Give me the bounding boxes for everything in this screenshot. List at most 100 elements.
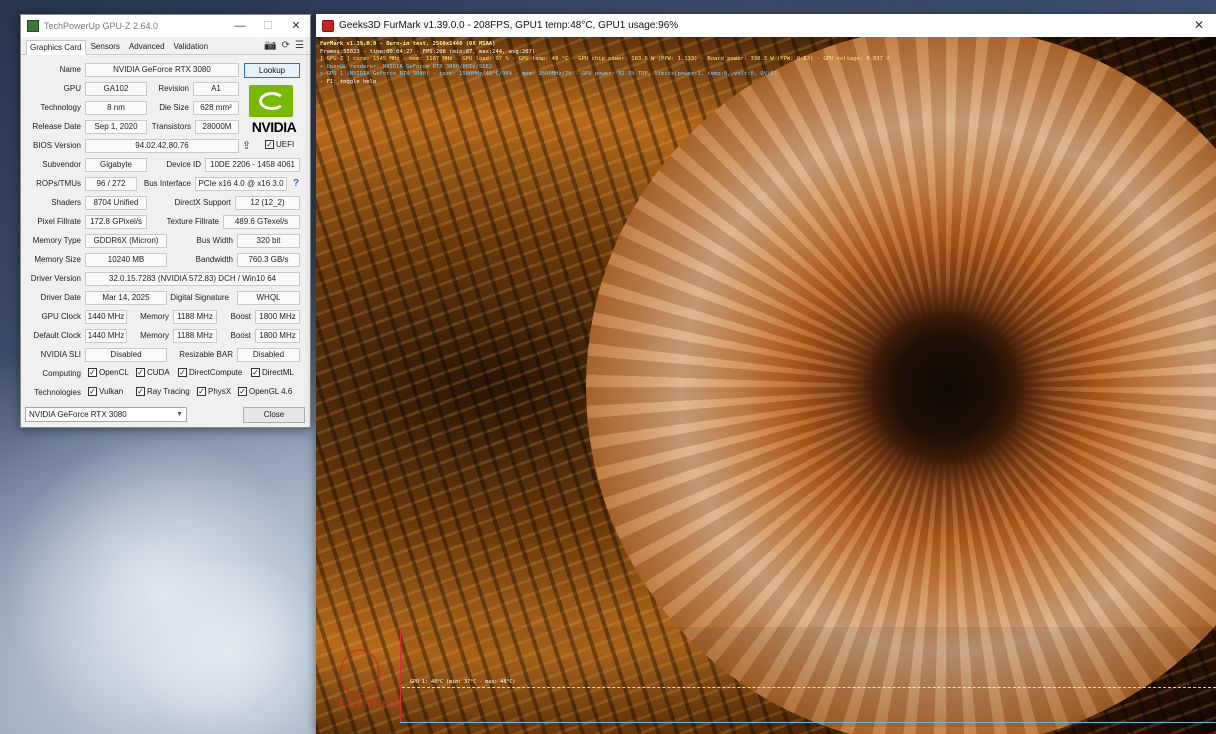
- gpu-select-dropdown[interactable]: NVIDIA GeForce RTX 3080 ▼: [25, 407, 187, 422]
- close-app-button[interactable]: Close: [243, 407, 305, 423]
- technology-label: Technology: [40, 103, 81, 112]
- default-clock-memory-label: Memory: [140, 331, 169, 340]
- memory-type-label: Memory Type: [32, 236, 81, 245]
- overlay-line: Frames:55023 - time:00:04:27 - FPS:208 (…: [320, 48, 536, 55]
- minimize-button[interactable]: —: [226, 15, 254, 37]
- furmark-stats-overlay: FurMark v1.39.0.0 - Burn-in test, 2560x1…: [320, 41, 890, 86]
- technologies-label: Technologies: [34, 388, 81, 397]
- furmark-logo: FurMark: [338, 649, 402, 719]
- default-clock-label: Default Clock: [33, 331, 81, 340]
- furmark-render-viewport: FurMark v1.39.0.0 - Burn-in test, 2560x1…: [316, 37, 1216, 734]
- ray-tracing-checkbox[interactable]: ✓ Ray Tracing: [136, 387, 190, 396]
- gpu-label: GPU: [63, 84, 81, 93]
- help-icon[interactable]: ?: [293, 178, 299, 189]
- tab-validation[interactable]: Validation: [170, 39, 213, 54]
- pixel-fillrate-label: Pixel Fillrate: [37, 217, 81, 226]
- revision-label: Revision: [158, 84, 189, 93]
- transistors-label: Transistors: [151, 122, 191, 131]
- vulkan-checkbox-box[interactable]: ✓: [88, 387, 97, 396]
- release-date-label: Release Date: [32, 122, 81, 131]
- nvidia-wordmark: NVIDIA: [251, 119, 297, 135]
- tab-sensors[interactable]: Sensors: [87, 39, 124, 54]
- overlay-line: > GPU 1 (NVIDIA GeForce RTX 3080) - core…: [320, 71, 777, 77]
- computing-label: Computing: [42, 369, 81, 378]
- row-bios-version: BIOS Version 94.02.42.80.76 ⇪ ✓ UEFI: [25, 137, 308, 156]
- gpuz-app-icon: [27, 20, 39, 32]
- device-id-label: Device ID: [166, 160, 201, 169]
- directx-support-value: 12 (12_2): [235, 196, 300, 210]
- maximize-button[interactable]: ☐: [254, 15, 282, 37]
- gpu-clock-boost-value: 1800 MHz: [255, 310, 300, 324]
- memory-size-label: Memory Size: [34, 255, 81, 264]
- bus-width-label: Bus Width: [196, 236, 233, 245]
- nvidia-eye-icon: [249, 85, 293, 117]
- rops-tmus-value: 96 / 272: [85, 177, 137, 191]
- default-clock-boost-value: 1800 MHz: [255, 329, 300, 343]
- resizable-bar-label: Resizable BAR: [179, 350, 233, 359]
- row-fillrate: Pixel Fillrate 172.8 GPixel/s Texture Fi…: [25, 213, 308, 232]
- digital-signature-label: Digital Signature: [170, 293, 229, 302]
- default-clock-value: 1440 MHz: [85, 329, 127, 343]
- directml-label: DirectML: [262, 368, 295, 377]
- directml-checkbox-box[interactable]: ✓: [251, 368, 260, 377]
- name-label: Name: [59, 65, 81, 74]
- furmark-window-title: Geeks3D FurMark v1.39.0.0 - 208FPS, GPU1…: [339, 20, 679, 31]
- menu-icon[interactable]: ☰: [295, 40, 304, 52]
- row-computing: Computing ✓ OpenCL ✓ CUDA ✓ DirectComput…: [25, 365, 308, 384]
- digital-signature-value: WHQL: [237, 291, 300, 305]
- driver-version-value: 32.0.15.7283 (NVIDIA 572.83) DCH / Win10…: [85, 272, 300, 286]
- furmark-window: Geeks3D FurMark v1.39.0.0 - 208FPS, GPU1…: [316, 14, 1216, 734]
- camera-icon[interactable]: 📷: [264, 40, 276, 52]
- subvendor-value: Gigabyte: [85, 158, 147, 172]
- opengl-checkbox-box[interactable]: ✓: [238, 387, 247, 396]
- uefi-checkbox[interactable]: ✓ UEFI: [265, 140, 294, 149]
- nvidia-logo: NVIDIA: [243, 83, 305, 135]
- opencl-checkbox-box[interactable]: ✓: [88, 368, 97, 377]
- directcompute-checkbox-box[interactable]: ✓: [178, 368, 187, 377]
- chevron-down-icon: ▼: [176, 411, 183, 418]
- driver-version-label: Driver Version: [30, 274, 81, 283]
- tab-graphics-card[interactable]: Graphics Card: [26, 40, 86, 55]
- driver-date-label: Driver Date: [40, 293, 81, 302]
- close-button[interactable]: ✕: [282, 15, 310, 37]
- share-icon[interactable]: ⇪: [242, 139, 251, 152]
- row-name: Name NVIDIA GeForce RTX 3080 Lookup: [25, 61, 308, 80]
- wallpaper-cloud: [120, 560, 340, 734]
- row-driver-date: Driver Date Mar 14, 2025 Digital Signatu…: [25, 289, 308, 308]
- ray-tracing-checkbox-box[interactable]: ✓: [136, 387, 145, 396]
- lookup-button[interactable]: Lookup: [244, 63, 300, 78]
- gpu-clock-value: 1440 MHz: [85, 310, 127, 324]
- nvidia-sli-value: Disabled: [85, 348, 167, 362]
- gpuz-tab-bar: Graphics Card Sensors Advanced Validatio…: [21, 37, 310, 55]
- furmark-title-bar[interactable]: Geeks3D FurMark v1.39.0.0 - 208FPS, GPU1…: [316, 14, 1216, 37]
- row-technologies: Technologies ✓ Vulkan ✓ Ray Tracing ✓ Ph…: [25, 384, 308, 403]
- directx-support-label: DirectX Support: [174, 198, 231, 207]
- refresh-icon[interactable]: ⟳: [282, 40, 290, 52]
- vulkan-checkbox[interactable]: ✓ Vulkan: [88, 387, 123, 396]
- release-date-value: Sep 1, 2020: [85, 120, 147, 134]
- rops-tmus-label: ROPs/TMUs: [36, 179, 81, 188]
- furmark-app-icon: [322, 19, 334, 32]
- directml-checkbox[interactable]: ✓ DirectML: [251, 368, 294, 377]
- physx-label: PhysX: [208, 387, 232, 396]
- physx-checkbox[interactable]: ✓ PhysX: [197, 387, 231, 396]
- cuda-checkbox[interactable]: ✓ CUDA: [136, 368, 170, 377]
- tab-advanced[interactable]: Advanced: [125, 39, 169, 54]
- name-value: NVIDIA GeForce RTX 3080: [85, 63, 239, 77]
- opengl-checkbox[interactable]: ✓ OpenGL 4.6: [238, 387, 292, 396]
- overlay-line: - F1: toggle help: [320, 78, 377, 85]
- furmark-close-icon[interactable]: ✕: [1194, 18, 1204, 32]
- bus-interface-value: PCIe x16 4.0 @ x16 3.0: [195, 177, 287, 191]
- driver-date-value: Mar 14, 2025: [85, 291, 167, 305]
- cuda-checkbox-box[interactable]: ✓: [136, 368, 145, 377]
- shaders-value: 8704 Unified: [85, 196, 147, 210]
- physx-checkbox-box[interactable]: ✓: [197, 387, 206, 396]
- gpuz-title-bar[interactable]: TechPowerUp GPU-Z 2.64.0 — ☐ ✕: [21, 15, 310, 37]
- device-id-value: 10DE 2206 - 1458 4061: [205, 158, 300, 172]
- uefi-checkbox-box[interactable]: ✓: [265, 140, 274, 149]
- opencl-checkbox[interactable]: ✓ OpenCL: [88, 368, 129, 377]
- bios-version-label: BIOS Version: [32, 141, 81, 150]
- gpu-select-value: NVIDIA GeForce RTX 3080: [29, 410, 127, 419]
- directcompute-checkbox[interactable]: ✓ DirectCompute: [178, 368, 242, 377]
- revision-value: A1: [193, 82, 239, 96]
